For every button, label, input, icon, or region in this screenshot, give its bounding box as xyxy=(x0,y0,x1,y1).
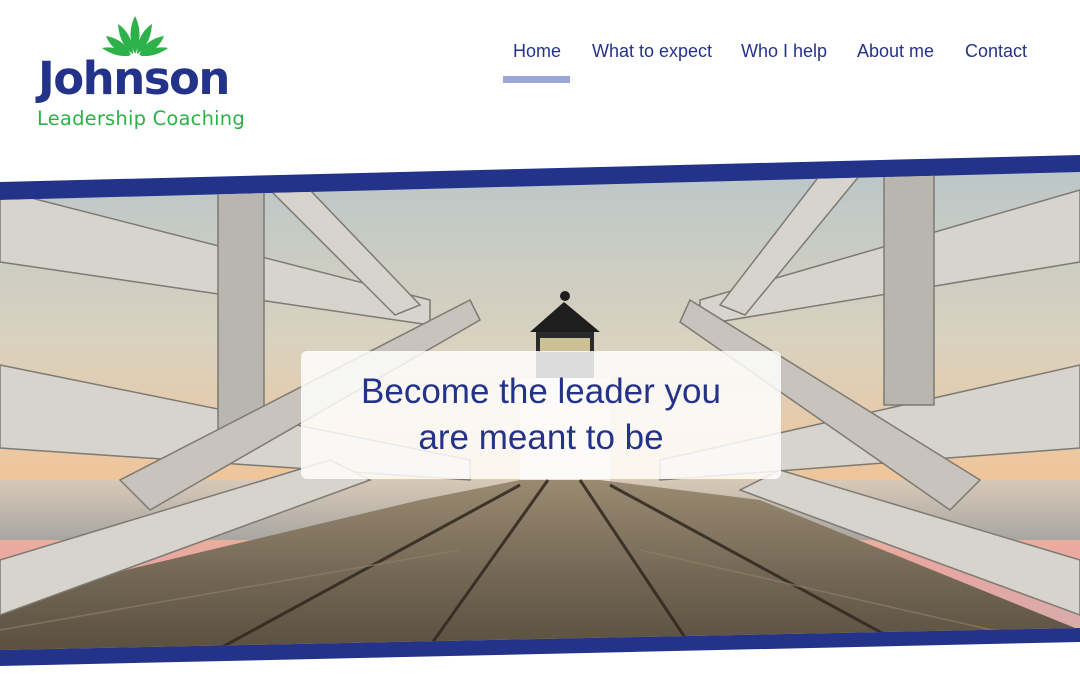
logo-subtitle: Leadership Coaching xyxy=(37,107,245,130)
logo[interactable]: Johnson Leadership Coaching xyxy=(36,16,256,136)
hero-banner: Become the leader you are meant to be xyxy=(0,150,1080,700)
hero-tagline: Become the leader you are meant to be xyxy=(301,369,781,461)
hero-tagline-line-2: are meant to be xyxy=(418,418,664,457)
site-header: Johnson Leadership Coaching Home What to… xyxy=(0,0,1080,170)
nav-item-contact[interactable]: Contact xyxy=(965,38,1027,88)
lotus-leaf-icon xyxy=(102,16,168,56)
logo-name: Johnson xyxy=(38,52,230,105)
nav-item-what-to-expect[interactable]: What to expect xyxy=(592,38,712,88)
main-nav: Home What to expect Who I help About me … xyxy=(498,38,1058,88)
hero-tagline-line-1: Become the leader you xyxy=(361,372,721,411)
nav-item-who-i-help[interactable]: Who I help xyxy=(741,38,827,88)
nav-item-about-me[interactable]: About me xyxy=(857,38,934,88)
nav-active-indicator xyxy=(503,76,570,83)
hero-tagline-card: Become the leader you are meant to be xyxy=(301,351,781,479)
